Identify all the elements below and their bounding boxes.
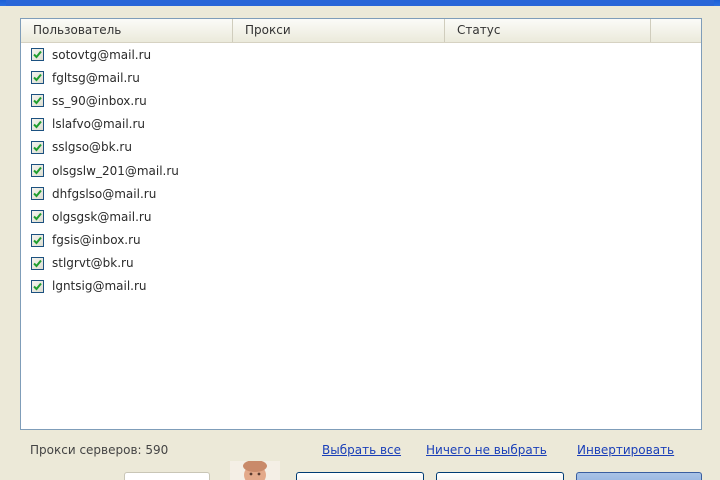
list-item[interactable]: sslgso@bk.ru	[21, 136, 701, 159]
column-header-proxy[interactable]: Прокси	[233, 19, 445, 42]
title-bar-inner	[6, 0, 714, 6]
account-email: fgsis@inbox.ru	[52, 233, 141, 248]
input-box[interactable]	[124, 472, 210, 480]
account-email: lslafvo@mail.ru	[52, 117, 146, 132]
invert-selection-link[interactable]: Инвертировать	[577, 443, 674, 457]
app-window: Пользователь Прокси Статус sotovtg@mail.…	[0, 0, 720, 480]
account-email: sotovtg@mail.ru	[52, 47, 152, 62]
list-item[interactable]: dhfgslso@mail.ru	[21, 182, 701, 205]
avatar	[230, 461, 280, 480]
select-all-link[interactable]: Выбрать все	[322, 443, 401, 457]
list-item[interactable]: fgltsg@mail.ru	[21, 66, 701, 89]
column-header-empty	[651, 19, 701, 42]
account-email: stlgrvt@bk.ru	[52, 256, 134, 271]
account-email: olsgslw_201@mail.ru	[52, 163, 179, 178]
list-item[interactable]: olsgslw_201@mail.ru	[21, 159, 701, 182]
checkbox[interactable]	[31, 71, 44, 85]
account-email: dhfgslso@mail.ru	[52, 186, 157, 201]
account-email: ss_90@inbox.ru	[52, 93, 147, 108]
checkbox[interactable]	[31, 117, 44, 131]
account-email: olgsgsk@mail.ru	[52, 209, 152, 224]
checkbox[interactable]	[31, 279, 44, 293]
checkbox[interactable]	[31, 94, 44, 108]
list-item[interactable]: fgsis@inbox.ru	[21, 229, 701, 252]
account-email: fgltsg@mail.ru	[52, 70, 140, 85]
list-header: Пользователь Прокси Статус	[21, 19, 701, 43]
title-bar	[0, 0, 720, 6]
primary-action-button[interactable]	[576, 472, 702, 480]
column-header-status[interactable]: Статус	[445, 19, 651, 42]
account-email: sslgso@bk.ru	[52, 140, 132, 155]
checkbox[interactable]	[31, 140, 44, 154]
checkbox[interactable]	[31, 210, 44, 224]
list-item[interactable]: ss_90@inbox.ru	[21, 89, 701, 112]
action-button[interactable]	[436, 472, 564, 480]
list-rows: sotovtg@mail.ru fgltsg@mail.ru ss_90@inb…	[21, 43, 701, 298]
proxy-count-label: Прокси серверов: 590	[30, 443, 169, 457]
list-item[interactable]: sotovtg@mail.ru	[21, 43, 701, 66]
action-button[interactable]	[296, 472, 424, 480]
accounts-list-view[interactable]: Пользователь Прокси Статус sotovtg@mail.…	[20, 18, 702, 430]
list-item[interactable]: lgntsig@mail.ru	[21, 275, 701, 298]
checkbox[interactable]	[31, 164, 44, 178]
checkbox[interactable]	[31, 256, 44, 270]
select-none-link[interactable]: Ничего не выбрать	[426, 443, 547, 457]
list-item[interactable]: olgsgsk@mail.ru	[21, 205, 701, 228]
list-item[interactable]: stlgrvt@bk.ru	[21, 252, 701, 275]
column-header-user[interactable]: Пользователь	[21, 19, 233, 42]
checkbox[interactable]	[31, 48, 44, 62]
checkbox[interactable]	[31, 233, 44, 247]
account-email: lgntsig@mail.ru	[52, 279, 147, 294]
checkbox[interactable]	[31, 187, 44, 201]
list-item[interactable]: lslafvo@mail.ru	[21, 113, 701, 136]
